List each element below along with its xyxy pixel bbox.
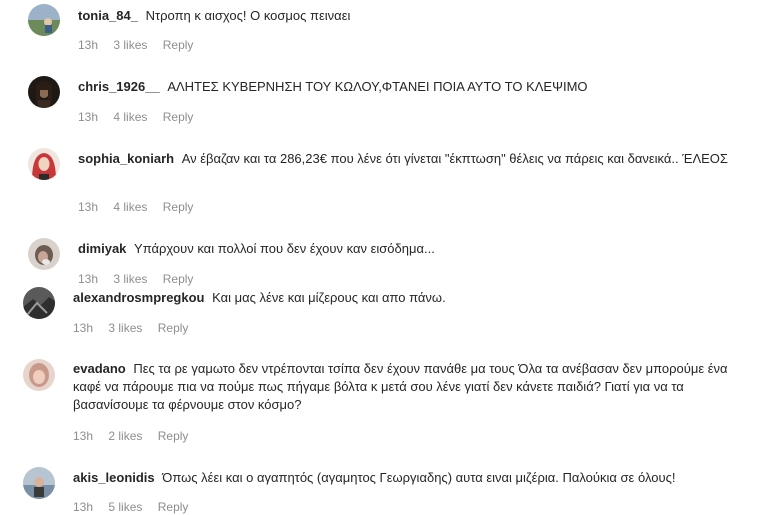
comment-meta: 13h 4 likes Reply (78, 199, 205, 215)
comment-username[interactable]: tonia_84_ (78, 8, 138, 23)
comment-body: Ντροπη κ αισχος! Ο κοσμος πειναει (145, 8, 351, 23)
avatar[interactable] (28, 148, 60, 180)
comment-text-block: alexandrosmpregkou Και μας λένε και μίζε… (73, 289, 748, 307)
comment-time[interactable]: 13h (78, 38, 98, 52)
comment-time[interactable]: 13h (78, 272, 98, 286)
avatar[interactable] (23, 287, 55, 319)
comment-likes[interactable]: 3 likes (113, 272, 147, 286)
comment-body: Και μας λένε και μίζερους και απο πάνω. (212, 290, 446, 305)
avatar[interactable] (23, 359, 55, 391)
comment-username[interactable]: dimiyak (78, 241, 126, 256)
comment-body: Αν έβαζαν και τα 286,23€ που λένε ότι γί… (181, 151, 728, 166)
comment-text-block: chris_1926__ ΑΛΗΤΕΣ ΚΥΒΕΡΝΗΣΗ ΤΟΥ ΚΩΛΟΥ,… (78, 78, 748, 96)
comment-meta: 13h 4 likes Reply (78, 109, 205, 125)
avatar[interactable] (28, 76, 60, 108)
comment-likes[interactable]: 2 likes (108, 429, 142, 443)
comment-username[interactable]: chris_1926__ (78, 79, 160, 94)
comment-text-block: dimiyak Υπάρχουν και πολλοί που δεν έχου… (78, 240, 748, 258)
comment-username[interactable]: akis_leonidis (73, 470, 155, 485)
comment-meta: 13h 5 likes Reply (73, 499, 200, 515)
reply-button[interactable]: Reply (163, 272, 194, 286)
comment-likes[interactable]: 3 likes (113, 38, 147, 52)
comment-body: Όπως λέει και ο αγαπητός (αγαμητος Γεωργ… (162, 470, 676, 485)
comment-text-block: akis_leonidis Όπως λέει και ο αγαπητός (… (73, 469, 748, 487)
comment-body: ΑΛΗΤΕΣ ΚΥΒΕΡΝΗΣΗ ΤΟΥ ΚΩΛΟΥ,ΦΤΑΝΕΙ ΠΟΙΑ Α… (167, 79, 588, 94)
avatar[interactable] (28, 4, 60, 36)
reply-button[interactable]: Reply (163, 38, 194, 52)
comment-meta: 13h 3 likes Reply (78, 271, 205, 287)
reply-button[interactable]: Reply (158, 500, 189, 514)
comment-likes[interactable]: 4 likes (113, 200, 147, 214)
comment-username[interactable]: evadano (73, 361, 126, 376)
comment-body: Υπάρχουν και πολλοί που δεν έχουν καν ει… (134, 241, 435, 256)
comment-body: Πες τα ρε γαμωτο δεν ντρέπονται τσίπα δε… (73, 361, 728, 412)
comment-meta: 13h 3 likes Reply (78, 37, 205, 53)
reply-button[interactable]: Reply (163, 110, 194, 124)
comment-time[interactable]: 13h (73, 500, 93, 514)
comment-meta: 13h 3 likes Reply (73, 320, 200, 336)
reply-button[interactable]: Reply (158, 321, 189, 335)
comment-time[interactable]: 13h (78, 200, 98, 214)
comment-time[interactable]: 13h (78, 110, 98, 124)
comment-username[interactable]: sophia_koniarh (78, 151, 174, 166)
comment-likes[interactable]: 3 likes (108, 321, 142, 335)
comment-text-block: sophia_koniarh Αν έβαζαν και τα 286,23€ … (78, 150, 750, 168)
comment-meta: 13h 2 likes Reply (73, 428, 200, 444)
comment-text-block: evadano Πες τα ρε γαμωτο δεν ντρέπονται … (73, 360, 743, 414)
avatar[interactable] (23, 467, 55, 499)
comment-time[interactable]: 13h (73, 321, 93, 335)
comment-text-block: tonia_84_ Ντροπη κ αισχος! Ο κοσμος πειν… (78, 7, 748, 25)
comment-username[interactable]: alexandrosmpregkou (73, 290, 205, 305)
reply-button[interactable]: Reply (158, 429, 189, 443)
comment-time[interactable]: 13h (73, 429, 93, 443)
avatar[interactable] (28, 238, 60, 270)
comment-likes[interactable]: 4 likes (113, 110, 147, 124)
comment-likes[interactable]: 5 likes (108, 500, 142, 514)
reply-button[interactable]: Reply (163, 200, 194, 214)
